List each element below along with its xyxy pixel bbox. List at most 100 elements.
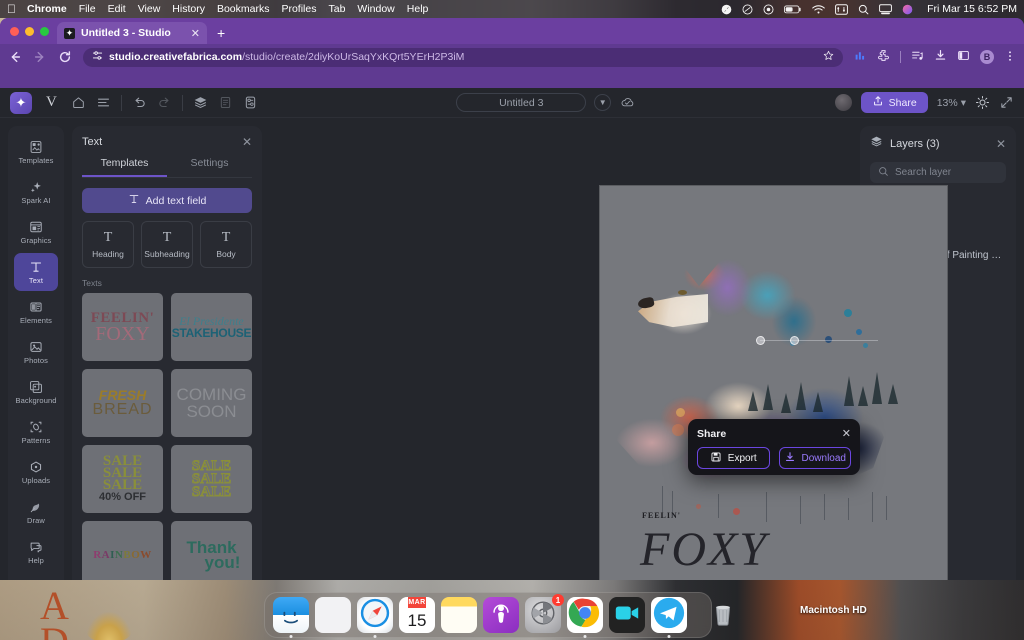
document-title-input[interactable] bbox=[456, 93, 587, 112]
dock-item-safari[interactable] bbox=[357, 597, 393, 638]
sun-icon[interactable] bbox=[975, 95, 990, 110]
browser-tab[interactable]: ✦ Untitled 3 - Studio ✕ bbox=[57, 22, 207, 44]
maximize-window-button[interactable] bbox=[40, 26, 49, 36]
downloads-icon[interactable] bbox=[934, 49, 947, 65]
dock-item-finder[interactable] bbox=[273, 597, 309, 638]
close-icon[interactable]: ✕ bbox=[191, 27, 200, 40]
dock-item-calendar[interactable]: MAR 15 bbox=[399, 597, 435, 633]
dock-item-notes[interactable] bbox=[441, 597, 477, 633]
hamburger-icon[interactable] bbox=[96, 95, 111, 110]
text-template-card[interactable]: El Presidente STAKEHOUSE bbox=[171, 293, 252, 361]
layers-stack-icon[interactable] bbox=[193, 95, 208, 110]
design-canvas[interactable]: FEELIN' FOXY bbox=[599, 185, 948, 580]
menu-bar-clock[interactable]: Fri Mar 15 6:52 PM bbox=[927, 3, 1017, 15]
menu-item-help[interactable]: Help bbox=[407, 3, 429, 15]
selection-handle[interactable] bbox=[756, 336, 765, 345]
menu-item-file[interactable]: File bbox=[79, 3, 96, 15]
dock-item-telegram[interactable] bbox=[651, 597, 687, 638]
wifi-icon[interactable] bbox=[812, 4, 825, 15]
new-tab-button[interactable]: + bbox=[207, 25, 235, 44]
cloud-check-icon[interactable] bbox=[619, 94, 636, 111]
canvas-area[interactable]: FEELIN' FOXY Share ✕ Export Download bbox=[262, 118, 948, 580]
expand-icon[interactable] bbox=[999, 95, 1014, 110]
pages-icon[interactable] bbox=[218, 95, 233, 110]
spotlight-search-icon[interactable] bbox=[858, 4, 869, 15]
kebab-menu-icon[interactable] bbox=[1004, 50, 1016, 65]
menu-item-edit[interactable]: Edit bbox=[108, 3, 126, 15]
close-icon[interactable]: ✕ bbox=[842, 427, 851, 440]
panel-settings-icon[interactable] bbox=[243, 95, 258, 110]
minimize-window-button[interactable] bbox=[25, 26, 34, 36]
address-bar[interactable]: studio.creativefabrica.com/studio/create… bbox=[83, 47, 843, 67]
text-template-card[interactable]: FRESH BREAD bbox=[82, 369, 163, 437]
puzzle-extension-icon[interactable] bbox=[877, 49, 890, 65]
body-style-card[interactable]: T Body bbox=[200, 221, 252, 268]
vpn-icon[interactable] bbox=[742, 4, 753, 15]
artwork-kicker-text[interactable]: FEELIN' bbox=[642, 511, 681, 520]
download-button[interactable]: Download bbox=[778, 447, 851, 469]
text-template-card[interactable]: SALE SALE SALE 40% OFF bbox=[82, 445, 163, 513]
menu-item-tab[interactable]: Tab bbox=[328, 3, 345, 15]
close-window-button[interactable] bbox=[10, 26, 19, 36]
export-button[interactable]: Export bbox=[697, 447, 770, 469]
text-template-card[interactable]: RAINBOW bbox=[82, 521, 163, 580]
sidebar-item-draw[interactable]: Draw bbox=[14, 493, 58, 531]
analytics-extension-icon[interactable] bbox=[854, 49, 867, 65]
artwork-title-text[interactable]: FOXY bbox=[640, 522, 768, 578]
menu-item-history[interactable]: History bbox=[172, 3, 205, 15]
selection-handle[interactable] bbox=[790, 336, 799, 345]
arrow-forward-icon[interactable] bbox=[33, 50, 47, 64]
control-center-icon[interactable] bbox=[835, 3, 849, 15]
apple-icon[interactable]:  bbox=[7, 3, 16, 15]
sidebar-item-text[interactable]: Text bbox=[14, 253, 58, 291]
layer-search-input[interactable]: Search layer bbox=[870, 162, 1006, 183]
avatar[interactable] bbox=[834, 94, 852, 111]
display-icon[interactable] bbox=[879, 3, 893, 15]
sidebar-item-uploads[interactable]: Uploads bbox=[14, 453, 58, 491]
sidebar-item-spark-ai[interactable]: Spark AI bbox=[14, 173, 58, 211]
star-icon[interactable] bbox=[823, 50, 834, 64]
dock-item-system-settings[interactable]: 1 bbox=[525, 594, 564, 633]
share-button[interactable]: Share bbox=[860, 92, 928, 113]
sidebar-item-background[interactable]: Background bbox=[14, 373, 58, 411]
tune-icon[interactable] bbox=[92, 50, 103, 64]
dock-item-chrome[interactable] bbox=[567, 597, 603, 638]
subheading-style-card[interactable]: T Subheading bbox=[141, 221, 193, 268]
menu-item-bookmarks[interactable]: Bookmarks bbox=[217, 3, 270, 15]
redo-icon[interactable] bbox=[157, 95, 172, 110]
sidebar-item-help[interactable]: Help bbox=[14, 533, 58, 571]
sidebar-item-templates[interactable]: Templates bbox=[14, 133, 58, 171]
battery-icon[interactable] bbox=[784, 4, 802, 15]
tab-settings[interactable]: Settings bbox=[167, 157, 252, 177]
sidebar-item-photos[interactable]: Photos bbox=[14, 333, 58, 371]
tab-templates[interactable]: Templates bbox=[82, 157, 167, 177]
reload-icon[interactable] bbox=[58, 50, 72, 64]
siri-icon[interactable] bbox=[902, 4, 913, 15]
menu-item-chrome[interactable]: Chrome bbox=[27, 3, 67, 15]
close-icon[interactable]: ✕ bbox=[996, 137, 1006, 151]
reading-list-icon[interactable] bbox=[911, 49, 924, 65]
dock-item-podcasts[interactable] bbox=[483, 597, 519, 633]
text-template-card[interactable]: FEELIN' FOXY bbox=[82, 293, 163, 361]
menu-item-profiles[interactable]: Profiles bbox=[281, 3, 316, 15]
sparkle-logo-icon[interactable]: ✦ bbox=[10, 91, 32, 114]
menu-item-view[interactable]: View bbox=[138, 3, 161, 15]
sidebar-item-patterns[interactable]: Patterns bbox=[14, 413, 58, 451]
profile-avatar[interactable]: B bbox=[980, 50, 994, 64]
screen-record-icon[interactable] bbox=[763, 4, 774, 15]
zoom-control[interactable]: 13% ▾ bbox=[937, 97, 966, 109]
side-panel-icon[interactable] bbox=[957, 49, 970, 65]
arrow-back-icon[interactable] bbox=[8, 50, 22, 64]
home-icon[interactable] bbox=[71, 95, 86, 110]
close-icon[interactable]: ✕ bbox=[242, 135, 252, 149]
dock-item-launchpad[interactable] bbox=[315, 597, 351, 633]
menu-item-window[interactable]: Window bbox=[357, 3, 394, 15]
text-template-card[interactable]: SALE SALE SALE bbox=[171, 445, 252, 513]
heading-style-card[interactable]: T Heading bbox=[82, 221, 134, 268]
location-icon[interactable] bbox=[721, 4, 732, 15]
text-template-card[interactable]: Thank you! bbox=[171, 521, 252, 580]
dock-item-facetime[interactable] bbox=[609, 597, 645, 633]
undo-icon[interactable] bbox=[132, 95, 147, 110]
text-template-card[interactable]: COMING SOON bbox=[171, 369, 252, 437]
dock-item-trash[interactable] bbox=[705, 597, 741, 633]
